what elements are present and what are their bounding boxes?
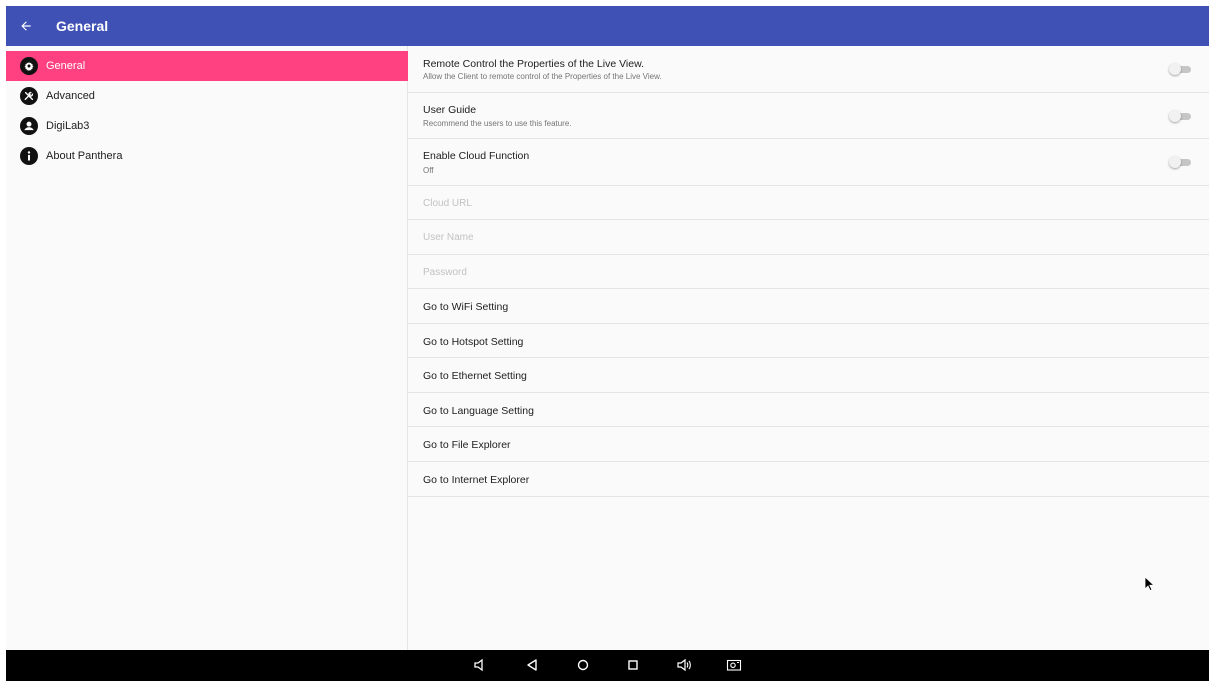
language-setting-link[interactable]: Go to Language Setting xyxy=(408,393,1209,427)
system-navigation-bar xyxy=(6,650,1209,681)
user-name-field[interactable]: User Name xyxy=(408,220,1209,255)
mouse-cursor-icon xyxy=(1144,576,1156,592)
setting-summary: Off xyxy=(423,166,434,175)
back-button[interactable] xyxy=(6,6,46,46)
link-label: Go to File Explorer xyxy=(423,439,511,451)
link-label: Go to Internet Explorer xyxy=(423,474,530,486)
wifi-setting-link[interactable]: Go to WiFi Setting xyxy=(408,289,1209,324)
internet-explorer-link[interactable]: Go to Internet Explorer xyxy=(408,462,1209,497)
setting-title: User Guide xyxy=(423,104,477,116)
sidebar-item-about-panthera[interactable]: About Panthera xyxy=(6,141,408,171)
app-bar: General xyxy=(6,6,1209,46)
setting-title: Remote Control the Properties of the Liv… xyxy=(423,58,645,70)
password-field[interactable]: Password xyxy=(408,255,1209,289)
cloud-url-placeholder: Cloud URL xyxy=(423,198,472,209)
sidebar-item-digilab3[interactable]: DigiLab3 xyxy=(6,111,408,141)
hotspot-setting-link[interactable]: Go to Hotspot Setting xyxy=(408,324,1209,358)
cloud-function-setting[interactable]: Enable Cloud Function Off xyxy=(408,139,1209,186)
settings-app: General General Advanced DigiLab3 About … xyxy=(6,6,1209,650)
cloud-function-toggle[interactable] xyxy=(1169,156,1191,168)
page-title: General xyxy=(56,18,109,34)
file-explorer-link[interactable]: Go to File Explorer xyxy=(408,427,1209,462)
user-guide-toggle[interactable] xyxy=(1169,110,1191,122)
tools-icon xyxy=(20,87,38,105)
volume-up-icon[interactable] xyxy=(676,657,692,673)
recents-square-icon[interactable] xyxy=(625,657,641,673)
sidebar: General Advanced DigiLab3 About Panthera xyxy=(6,46,408,650)
remote-control-setting[interactable]: Remote Control the Properties of the Liv… xyxy=(408,46,1209,93)
sidebar-item-label: Advanced xyxy=(46,90,95,102)
link-label: Go to Language Setting xyxy=(423,405,534,417)
sidebar-item-label: DigiLab3 xyxy=(46,120,90,132)
gear-icon xyxy=(20,57,38,75)
sidebar-item-advanced[interactable]: Advanced xyxy=(6,81,408,111)
setting-title: Enable Cloud Function xyxy=(423,150,530,162)
screenshot-icon[interactable] xyxy=(726,657,742,673)
info-icon xyxy=(20,147,38,165)
settings-list: Remote Control the Properties of the Liv… xyxy=(408,46,1209,650)
password-placeholder: Password xyxy=(423,267,467,278)
back-triangle-icon[interactable] xyxy=(524,657,540,673)
account-icon xyxy=(20,117,38,135)
user-name-placeholder: User Name xyxy=(423,232,474,243)
link-label: Go to Ethernet Setting xyxy=(423,370,527,382)
home-circle-icon[interactable] xyxy=(575,657,591,673)
setting-summary: Allow the Client to remote control of th… xyxy=(423,72,662,81)
user-guide-setting[interactable]: User Guide Recommend the users to use th… xyxy=(408,93,1209,139)
cloud-url-field[interactable]: Cloud URL xyxy=(408,186,1209,220)
remote-control-toggle[interactable] xyxy=(1169,63,1191,75)
arrow-left-icon xyxy=(21,21,31,31)
ethernet-setting-link[interactable]: Go to Ethernet Setting xyxy=(408,358,1209,393)
volume-down-icon[interactable] xyxy=(472,657,488,673)
setting-summary: Recommend the users to use this feature. xyxy=(423,119,572,128)
sidebar-item-label: General xyxy=(46,60,86,72)
link-label: Go to WiFi Setting xyxy=(423,301,509,313)
sidebar-item-general[interactable]: General xyxy=(6,51,408,81)
sidebar-item-label: About Panthera xyxy=(46,150,123,162)
link-label: Go to Hotspot Setting xyxy=(423,336,524,348)
